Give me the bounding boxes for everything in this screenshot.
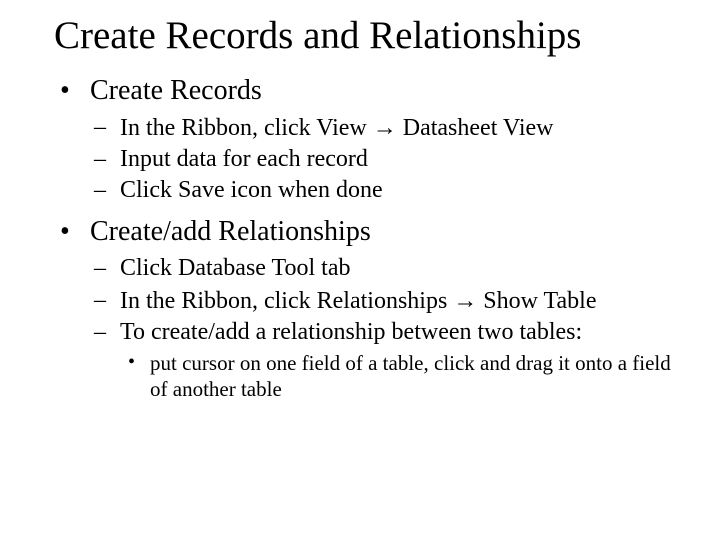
sub-bullet-item: Click Database Tool tab bbox=[90, 253, 680, 284]
sub-bullet-item: In the Ribbon, click View → Datasheet Vi… bbox=[90, 112, 680, 144]
bullet-text: Create/add Relationships bbox=[90, 216, 371, 247]
subsub-bullet-item: put cursor on one field of a table, clic… bbox=[120, 350, 680, 403]
sub-bullet-text: Click Save icon when done bbox=[120, 177, 383, 203]
bullet-list-level1: Create Records In the Ribbon, click View… bbox=[54, 73, 680, 403]
bullet-text: Create Records bbox=[90, 75, 262, 106]
slide: Create Records and Relationships Create … bbox=[0, 0, 720, 402]
sub-bullet-text: Input data for each record bbox=[120, 146, 368, 172]
bullet-item: Create Records In the Ribbon, click View… bbox=[54, 73, 680, 207]
bullet-list-level2: In the Ribbon, click View → Datasheet Vi… bbox=[90, 112, 680, 207]
bullet-list-level2: Click Database Tool tab In the Ribbon, c… bbox=[90, 253, 680, 402]
sub-bullet-item: To create/add a relationship between two… bbox=[90, 317, 680, 403]
slide-title: Create Records and Relationships bbox=[54, 14, 680, 59]
sub-bullet-text: To create/add a relationship between two… bbox=[120, 319, 582, 345]
sub-bullet-text: In the Ribbon, click Relationships → Sho… bbox=[120, 288, 597, 314]
sub-bullet-text: Click Database Tool tab bbox=[120, 255, 350, 281]
bullet-list-level3: put cursor on one field of a table, clic… bbox=[120, 350, 680, 403]
sub-bullet-item: Input data for each record bbox=[90, 144, 680, 175]
sub-bullet-item: Click Save icon when done bbox=[90, 175, 680, 206]
sub-bullet-text: In the Ribbon, click View → Datasheet Vi… bbox=[120, 115, 553, 141]
subsub-bullet-text: put cursor on one field of a table, clic… bbox=[150, 351, 671, 401]
sub-bullet-item: In the Ribbon, click Relationships → Sho… bbox=[90, 285, 680, 317]
bullet-item: Create/add Relationships Click Database … bbox=[54, 214, 680, 402]
